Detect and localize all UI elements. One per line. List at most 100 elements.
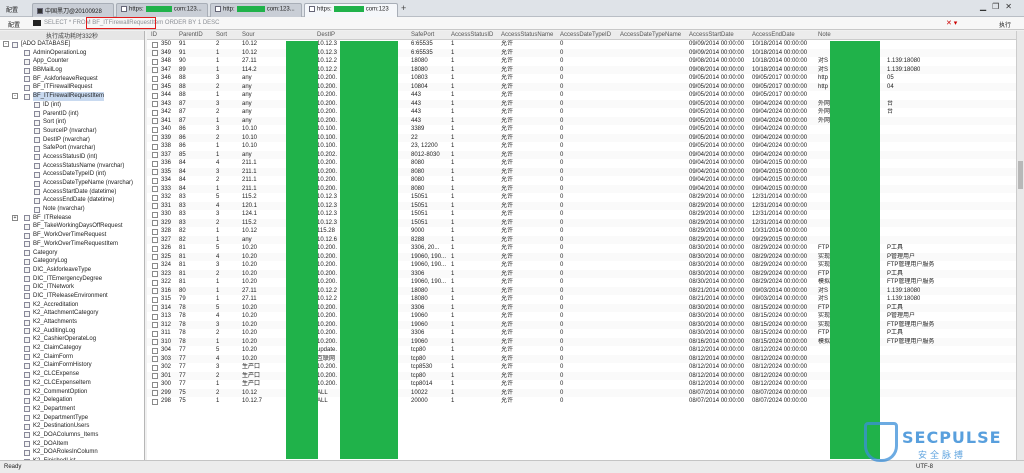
row-checkbox[interactable] (152, 364, 158, 371)
table-row[interactable]: 300 77 1 生产口 10.200. tcp8014 1 允许 0 08/12/2014 00… (147, 380, 1016, 389)
table-row[interactable]: 344 88 1 any 10.200. 443 1 允许 0 09/05/2014 00:00:… (147, 91, 1016, 100)
column-header[interactable]: DestIP (317, 32, 335, 38)
column-header[interactable]: ParentID (179, 32, 203, 38)
expand-icon[interactable]: + (12, 214, 18, 221)
table-row[interactable]: 304 77 5 10.20 update. tcp80 1 允许 0 08/12/2014 00… (147, 346, 1016, 355)
column-header[interactable]: AccessStatusID (451, 32, 493, 38)
row-checkbox[interactable] (152, 245, 158, 252)
row-checkbox[interactable] (152, 322, 158, 328)
tab-site-2[interactable]: http: com:123... (210, 3, 302, 17)
table-row[interactable]: 349 91 1 10.12 10.12.3 6:65535 1 允许 0 09/09/2014 … (147, 48, 1016, 57)
tree-node[interactable]: K2_DepartmentType (0, 414, 144, 423)
tree-node[interactable]: CategoryLog (0, 257, 144, 266)
row-checkbox[interactable] (152, 271, 158, 277)
tree-node[interactable]: K2_CLCExpenseItem (0, 379, 144, 388)
row-checkbox[interactable] (152, 237, 158, 243)
tree-node[interactable]: AccessEndDate (datetime) (0, 196, 144, 205)
column-header[interactable]: Sort (216, 32, 227, 38)
tree-node[interactable]: K2_CashierOperateLog (0, 335, 144, 344)
table-row[interactable]: 325 81 4 10.20 10.200. 19060, 190... 1 允许 0 08/30… (147, 252, 1016, 261)
table-row[interactable]: 29875110.12.75.0/2ALL200001允许008/07/2014… (147, 397, 1016, 406)
table-row[interactable]: 322 81 1 10.20 10.200. 19060, 190... 1 允许 0 08/30… (147, 278, 1016, 287)
tree-node[interactable]: Note (nvarchar) (0, 205, 144, 214)
dropdown-icon[interactable]: ✕ ▾ (946, 19, 957, 27)
row-checkbox[interactable] (152, 41, 158, 48)
row-checkbox[interactable] (152, 381, 158, 388)
table-row[interactable]: 316 80 1 27.11 10.12.2 18080 1 允许 0 08/21/2014 00… (147, 286, 1016, 295)
table-row[interactable]: 330 83 3 124.1 10.12.3 15051 1 允许 0 08/29/2014 00… (147, 210, 1016, 219)
table-row[interactable]: 329 83 2 115.2 10.12.3 15051 1 允许 0 08/29/2014 00… (147, 218, 1016, 227)
row-checkbox[interactable] (152, 169, 158, 175)
tree-node[interactable]: K2_DOARolesInColumn (0, 448, 144, 457)
row-checkbox[interactable] (152, 50, 158, 56)
table-row[interactable]: 341 87 1 any 10.200. 443 1 允许 0 09/05/2014 00:00:… (147, 116, 1016, 125)
tab-site-3[interactable]: https: com:123 (304, 3, 398, 17)
column-header[interactable]: AccessDateTypeName (620, 32, 681, 38)
tree-node[interactable]: DIC_ITEmergencyDegree (0, 275, 144, 284)
table-row[interactable]: 315 79 1 27.11 10.12.2 18080 1 允许 0 08/21/2014 00… (147, 295, 1016, 304)
column-header[interactable]: Sour (242, 32, 255, 38)
row-checkbox[interactable] (152, 296, 158, 303)
row-checkbox[interactable] (152, 262, 158, 269)
table-row[interactable]: 348 90 1 27.11 10.12.2 18080 1 允许 0 09/08/2014 00… (147, 57, 1016, 66)
tree-node[interactable]: K2_AuditingLog (0, 327, 144, 336)
minimize-icon[interactable]: ▁ (980, 2, 992, 11)
tree-node[interactable]: K2_Attachments (0, 318, 144, 327)
column-header[interactable]: AccessDateTypeID (560, 32, 611, 38)
table-row[interactable]: 338 86 1 10.10 10.100. 23, 12200 1 允许 0 09/05/201… (147, 142, 1016, 151)
row-checkbox[interactable] (152, 75, 158, 82)
tree-node[interactable]: K2_DestinationUsers (0, 422, 144, 431)
column-header[interactable]: AccessStartDate (689, 32, 734, 38)
table-row[interactable]: 299 75 2 10.12 ALL 10022 1 允许 0 08/07/2014 00:00:… (147, 388, 1016, 397)
tree-node[interactable]: AdminOperationLog (0, 49, 144, 58)
tree-node[interactable]: AccessStatusID (int) (0, 153, 144, 162)
row-checkbox[interactable] (152, 339, 158, 345)
column-header[interactable]: Note (818, 32, 831, 38)
tree-node[interactable]: DIC_ITReleaseEnvironment (0, 292, 144, 301)
tree-node[interactable]: K2_DOAColumns_Items (0, 431, 144, 440)
scroll-thumb[interactable] (1018, 161, 1023, 189)
tree-node[interactable]: K2_CommentOption (0, 388, 144, 397)
tab-site-1[interactable]: https: com:123... (116, 3, 208, 17)
collapse-icon[interactable]: - (12, 93, 18, 100)
restore-icon[interactable]: ❐ (992, 2, 1005, 11)
tree-node[interactable]: AccessStatusName (nvarchar) (0, 162, 144, 171)
table-row[interactable]: 302 77 3 生产口 10.200. tcp8530 1 允许 0 08/12/2014 00… (147, 363, 1016, 372)
tree-node[interactable]: ID (int) (0, 101, 144, 110)
table-row[interactable]: 343 87 3 any 10.200. 443 1 允许 0 09/05/2014 00:00:… (147, 99, 1016, 108)
tree-node[interactable]: DIC_ITNetwork (0, 283, 144, 292)
tree-node[interactable]: K2_CLCExpense (0, 370, 144, 379)
row-checkbox[interactable] (152, 220, 158, 226)
tree-node[interactable]: AccessStartDate (datetime) (0, 188, 144, 197)
row-checkbox[interactable] (152, 373, 158, 379)
tree-node[interactable]: - [ADO DATABASE] (0, 40, 144, 49)
row-checkbox[interactable] (152, 330, 158, 337)
tree-node[interactable]: DestIP (nvarchar) (0, 136, 144, 145)
tree-node[interactable]: Category (0, 249, 144, 258)
column-header[interactable]: SafePort (411, 32, 434, 38)
row-checkbox[interactable] (152, 390, 158, 396)
table-row[interactable]: 337 85 1 any 10.202. 8012-8030 1 允许 0 09/04/2014 … (147, 150, 1016, 159)
tree-node[interactable]: K2_DOAItem (0, 440, 144, 449)
table-row[interactable]: 334 84 2 211.1 10.200. 8080 1 允许 0 09/04/2014 00:… (147, 176, 1016, 185)
table-row[interactable]: 324 81 3 10.20 10.200. 19060, 190... 1 允许 0 08/30… (147, 261, 1016, 270)
tree-node[interactable]: ParentID (int) (0, 110, 144, 119)
row-checkbox[interactable] (152, 177, 158, 184)
row-checkbox[interactable] (152, 288, 158, 294)
tree-node[interactable]: DIC_AskforleaveType (0, 266, 144, 275)
table-row[interactable]: 312 78 3 10.20 10.200. 19060 1 允许 0 08/30/2014 00… (147, 320, 1016, 329)
row-checkbox[interactable] (152, 254, 158, 260)
row-checkbox[interactable] (152, 203, 158, 209)
table-row[interactable]: 346 88 3 any 10.200. 10803 1 允许 0 09/05/2014 00:0… (147, 74, 1016, 83)
tree-node[interactable]: K2_Accreditation (0, 301, 144, 310)
row-checkbox[interactable] (152, 109, 158, 116)
table-row[interactable]: 345 88 2 any 10.200. 10804 1 允许 0 09/05/2014 00:0… (147, 82, 1016, 91)
tree-node[interactable]: K2_Department (0, 405, 144, 414)
tree-node[interactable]: AccessDateTypeID (int) (0, 170, 144, 179)
row-checkbox[interactable] (152, 67, 158, 73)
table-row[interactable]: 340 86 3 10.10 10.100. 3389 1 允许 0 09/05/2014 00:… (147, 125, 1016, 134)
row-checkbox[interactable] (152, 135, 158, 141)
table-row[interactable]: 327 82 1 any 10.12.6 8288 1 允许 0 08/29/2014 00:00… (147, 235, 1016, 244)
table-row[interactable]: 326 81 5 10.20 10.200. 3306, 20... 1 允许 0 08/30/2… (147, 244, 1016, 253)
tree-node[interactable]: K2_ClaimCategoy (0, 344, 144, 353)
